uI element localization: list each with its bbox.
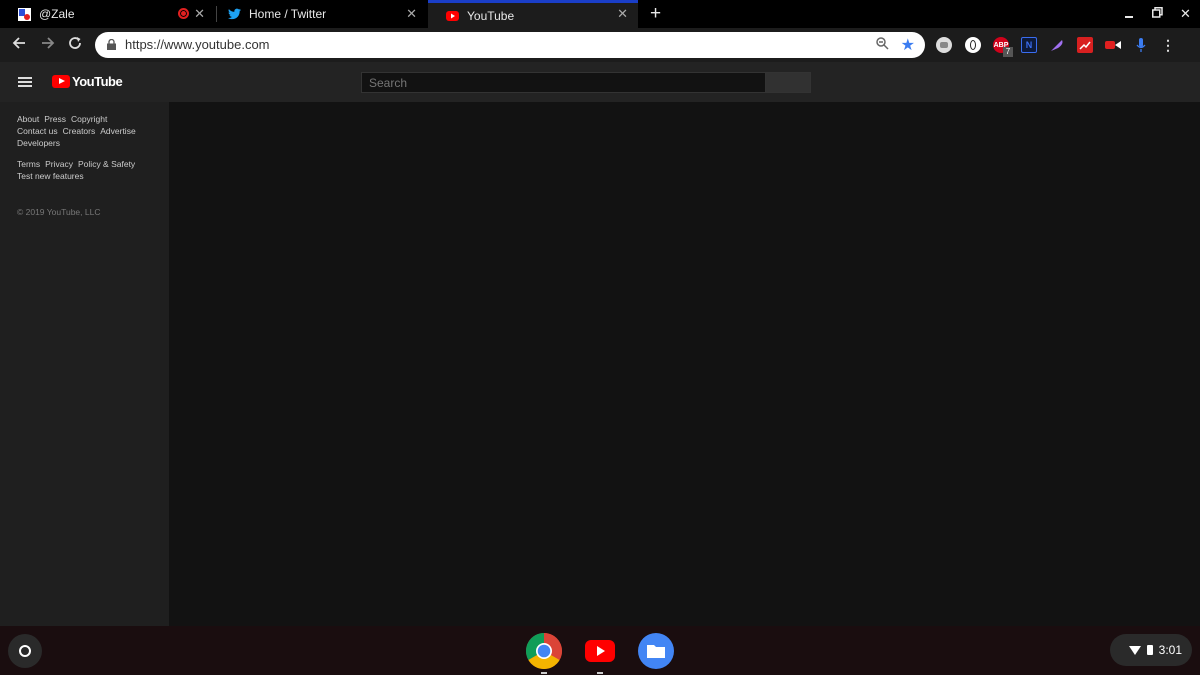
main-content-area	[169, 102, 1200, 626]
lock-icon	[107, 39, 116, 50]
footer-links-row: Terms Privacy Policy & Safety	[17, 159, 140, 169]
tab-zale[interactable]: @Zale ✕	[0, 0, 215, 28]
extension-chat-icon[interactable]	[936, 37, 952, 53]
copyright-text: © 2019 YouTube, LLC	[17, 207, 101, 217]
footer-links-row: Contact us Creators Advertise	[17, 126, 141, 136]
guide-sidebar: About Press Copyright Contact us Creators Ad…	[0, 102, 169, 626]
footer-links-row: About Press Copyright	[17, 114, 112, 124]
youtube-logo-text: YouTube	[72, 74, 123, 89]
tab-twitter[interactable]: Home / Twitter ✕	[210, 0, 427, 28]
youtube-logo[interactable]: YouTube	[52, 74, 123, 89]
battery-icon	[1146, 645, 1153, 655]
youtube-favicon-icon	[446, 9, 459, 22]
profile-favicon-icon	[18, 7, 31, 21]
youtube-masthead: YouTube	[0, 62, 1200, 102]
close-window-icon[interactable]: ✕	[1180, 6, 1191, 22]
footer-link-creators[interactable]: Creators	[63, 126, 96, 136]
search-input[interactable]	[361, 72, 766, 93]
chrome-app-icon[interactable]	[525, 633, 563, 670]
new-tab-icon[interactable]: +	[650, 3, 661, 25]
os-shelf: 3:01	[0, 626, 1200, 675]
extension-feather-icon[interactable]	[1049, 37, 1065, 53]
footer-link-test-features[interactable]: Test new features	[17, 171, 84, 181]
recording-icon	[178, 8, 189, 19]
tab-title: YouTube	[467, 8, 515, 23]
restore-icon[interactable]	[1152, 6, 1163, 21]
wifi-icon	[1128, 645, 1141, 655]
status-tray[interactable]: 3:01	[1110, 634, 1192, 666]
adblock-count-badge: 7	[1003, 47, 1013, 57]
tab-title: @Zale	[39, 7, 75, 21]
close-tab-icon[interactable]: ✕	[406, 6, 417, 22]
extension-chart-icon[interactable]	[1077, 37, 1093, 53]
footer-link-policy[interactable]: Policy & Safety	[78, 159, 135, 169]
microphone-icon[interactable]	[1133, 37, 1149, 53]
url-text[interactable]: https://www.youtube.com	[125, 37, 270, 52]
zoom-icon[interactable]	[876, 37, 889, 53]
footer-link-about[interactable]: About	[17, 114, 39, 124]
extension-globe-icon[interactable]	[965, 37, 981, 53]
more-menu-icon[interactable]: ⋮	[1160, 37, 1176, 53]
footer-link-developers[interactable]: Developers	[17, 138, 60, 148]
hamburger-menu-icon[interactable]	[18, 77, 32, 87]
launcher-icon[interactable]	[8, 634, 42, 668]
footer-link-terms[interactable]: Terms	[17, 159, 40, 169]
files-app-icon[interactable]	[638, 633, 674, 669]
running-indicator	[597, 672, 603, 674]
footer-link-press[interactable]: Press	[44, 114, 66, 124]
close-tab-icon[interactable]: ✕	[194, 6, 205, 22]
close-tab-icon[interactable]: ✕	[617, 6, 628, 22]
running-indicator	[541, 672, 547, 674]
youtube-play-icon	[52, 75, 70, 88]
clock-time: 3:01	[1158, 643, 1182, 657]
search-button[interactable]	[765, 72, 811, 93]
bookmark-star-icon[interactable]: ★	[901, 35, 915, 55]
forward-arrow-icon[interactable]	[41, 35, 55, 55]
footer-link-advertise[interactable]: Advertise	[100, 126, 135, 136]
address-bar[interactable]: https://www.youtube.com ★	[95, 32, 925, 58]
footer-link-copyright[interactable]: Copyright	[71, 114, 107, 124]
reload-icon[interactable]	[68, 35, 82, 55]
footer-links-row: Developers	[17, 138, 65, 148]
tab-youtube[interactable]: YouTube ✕	[428, 0, 638, 28]
minimize-icon[interactable]	[1124, 6, 1134, 21]
tab-strip: @Zale ✕ Home / Twitter ✕ YouTube ✕ + ✕	[0, 0, 1200, 28]
twitter-bird-icon	[228, 8, 241, 21]
tab-title: Home / Twitter	[249, 7, 327, 21]
back-arrow-icon[interactable]	[12, 35, 26, 55]
footer-link-contact[interactable]: Contact us	[17, 126, 58, 136]
footer-links-row: Test new features	[17, 171, 89, 181]
browser-toolbar: https://www.youtube.com ★ ABP 7 N ⋮	[0, 28, 1200, 62]
extension-video-icon[interactable]	[1105, 37, 1121, 53]
footer-link-privacy[interactable]: Privacy	[45, 159, 73, 169]
youtube-app-icon[interactable]	[582, 633, 618, 669]
extension-n-icon[interactable]: N	[1021, 37, 1037, 53]
